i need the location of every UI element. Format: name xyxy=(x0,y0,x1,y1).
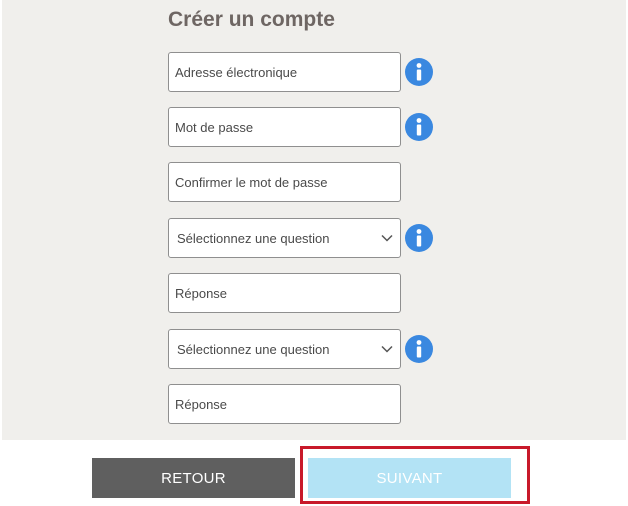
answer-1-placeholder: Réponse xyxy=(175,285,228,301)
security-question-1-select[interactable]: Sélectionnez une question xyxy=(168,218,401,258)
question-1-selected: Sélectionnez une question xyxy=(177,230,330,246)
question-2-selected: Sélectionnez une question xyxy=(177,341,330,357)
info-icon[interactable] xyxy=(405,335,433,363)
confirm-password-field[interactable]: Confirmer le mot de passe xyxy=(168,162,401,202)
answer-2-field[interactable]: Réponse xyxy=(168,384,401,424)
next-button[interactable]: SUIVANT xyxy=(308,458,511,498)
email-field[interactable]: Adresse électronique xyxy=(168,52,401,92)
info-icon[interactable] xyxy=(405,113,433,141)
answer-2-placeholder: Réponse xyxy=(175,396,228,412)
back-button[interactable]: RETOUR xyxy=(92,458,295,498)
page-title: Créer un compte xyxy=(168,8,335,31)
password-field[interactable]: Mot de passe xyxy=(168,107,401,147)
password-placeholder: Mot de passe xyxy=(175,119,254,135)
chevron-down-icon xyxy=(380,342,394,356)
info-icon[interactable] xyxy=(405,58,433,86)
confirm-password-placeholder: Confirmer le mot de passe xyxy=(175,174,328,190)
answer-1-field[interactable]: Réponse xyxy=(168,273,401,313)
chevron-down-icon xyxy=(380,231,394,245)
security-question-2-select[interactable]: Sélectionnez une question xyxy=(168,329,401,369)
info-icon[interactable] xyxy=(405,224,433,252)
email-placeholder: Adresse électronique xyxy=(175,64,298,80)
